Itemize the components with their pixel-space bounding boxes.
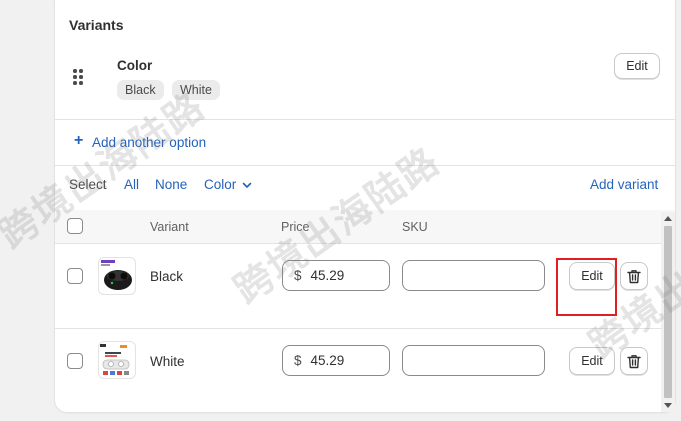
trash-icon: [627, 269, 641, 283]
variants-card: Variants Color Black White Edit + Add an…: [55, 0, 675, 412]
chevron-down-icon: [242, 182, 252, 188]
currency-symbol: $: [294, 268, 302, 283]
sku-input[interactable]: [402, 345, 545, 376]
select-all-checkbox[interactable]: [67, 218, 83, 234]
option-value-chip: Black: [117, 80, 164, 100]
select-color-dropdown[interactable]: Color: [204, 177, 253, 192]
select-all-link[interactable]: All: [124, 177, 139, 192]
delete-variant-button[interactable]: [620, 262, 648, 290]
column-header-price: Price: [281, 220, 310, 234]
divider: [55, 165, 675, 166]
variant-thumbnail-black[interactable]: [98, 257, 136, 295]
edit-option-button[interactable]: Edit: [614, 53, 660, 79]
scroll-up-arrow[interactable]: [664, 216, 672, 221]
table-scrollbar[interactable]: [661, 212, 675, 412]
option-name: Color: [117, 58, 153, 73]
column-header-variant: Variant: [150, 220, 189, 234]
variant-name: White: [150, 354, 185, 369]
select-color-label: Color: [204, 177, 237, 192]
scroll-thumb[interactable]: [664, 226, 672, 398]
edit-highlight-box: [556, 258, 617, 316]
currency-symbol: $: [294, 353, 302, 368]
price-value: 45.29: [310, 353, 345, 368]
table-row: White $ 45.29 Edit: [55, 329, 675, 399]
select-label: Select: [69, 177, 107, 192]
price-value: 45.29: [310, 268, 345, 283]
trash-icon: [627, 354, 641, 368]
edit-variant-button[interactable]: Edit: [569, 347, 615, 375]
plus-icon[interactable]: +: [74, 133, 83, 149]
drag-handle-icon[interactable]: [73, 69, 87, 85]
add-variant-link[interactable]: Add variant: [590, 177, 658, 192]
column-header-sku: SKU: [402, 220, 428, 234]
select-none-link[interactable]: None: [155, 177, 187, 192]
variant-name: Black: [150, 269, 184, 284]
row-checkbox[interactable]: [67, 353, 83, 369]
earbuds-image: [101, 260, 132, 290]
price-input[interactable]: $ 45.29: [282, 260, 390, 291]
delete-variant-button[interactable]: [620, 347, 648, 375]
earbuds-image: [100, 344, 130, 375]
sku-input[interactable]: [402, 260, 545, 291]
option-value-chip: White: [172, 80, 220, 100]
variant-thumbnail-white[interactable]: [98, 341, 136, 379]
price-input[interactable]: $ 45.29: [282, 345, 390, 376]
add-another-option-link[interactable]: Add another option: [92, 135, 206, 150]
row-checkbox[interactable]: [67, 268, 83, 284]
divider: [55, 119, 675, 120]
scroll-down-arrow[interactable]: [664, 403, 672, 408]
table-header: Variant Price SKU: [55, 210, 675, 243]
variants-title: Variants: [69, 17, 124, 33]
